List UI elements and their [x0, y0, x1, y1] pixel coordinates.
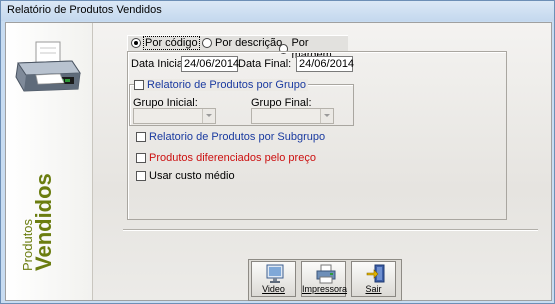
radio-label: Por descrição [215, 37, 283, 49]
exit-door-icon [366, 264, 385, 283]
checkbox-indicator [134, 80, 144, 90]
side-panel: Produtos Vendidos [6, 23, 93, 300]
monitor-icon [266, 264, 284, 283]
price-diff-checkbox[interactable]: Produtos diferenciados pelo preço [136, 152, 316, 164]
radio-indicator [131, 38, 141, 48]
avg-cost-checkbox[interactable]: Usar custo médio [136, 170, 235, 182]
start-date-label: Data Inicial: [131, 58, 189, 70]
radio-label: Por código [143, 36, 200, 50]
printer-illustration-icon [15, 41, 81, 92]
report-window: Relatório de Produtos Vendidos Produtos … [0, 0, 555, 304]
checkbox-label: Relatorio de Produtos por Grupo [147, 79, 306, 91]
subgroup-report-checkbox[interactable]: Relatorio de Produtos por Subgrupo [136, 131, 325, 143]
group-end-select[interactable] [251, 108, 334, 124]
window-title: Relatório de Produtos Vendidos [7, 4, 162, 16]
video-button[interactable]: Video [251, 261, 296, 297]
main-panel: Por código Por descrição Por margem Data… [93, 23, 551, 301]
separator-line [123, 229, 538, 231]
radio-indicator [202, 38, 212, 48]
radio-por-codigo[interactable]: Por código [131, 36, 200, 50]
checkbox-label: Usar custo médio [149, 170, 235, 182]
chevron-down-icon[interactable] [202, 109, 215, 123]
printer-icon [316, 264, 336, 284]
side-title: Produtos Vendidos [20, 173, 57, 271]
print-button[interactable]: Impressora [301, 261, 348, 297]
checkbox-label: Produtos diferenciados pelo preço [149, 152, 316, 164]
title-bar: Relatório de Produtos Vendidos [1, 1, 554, 21]
chevron-down-icon[interactable] [320, 109, 333, 123]
exit-button-label: Sair [365, 284, 382, 294]
checkbox-indicator [136, 132, 146, 142]
order-radio-group: Por código Por descrição Por margem [127, 35, 348, 61]
group-start-select[interactable] [133, 108, 216, 124]
checkbox-indicator [136, 171, 146, 181]
group-report-checkbox[interactable]: Relatorio de Produtos por Grupo [134, 79, 308, 91]
exit-button[interactable]: Sair [351, 261, 396, 297]
checkbox-indicator [136, 153, 146, 163]
end-date-field[interactable]: 24/06/2014 [296, 56, 354, 72]
video-button-label: Video [262, 284, 285, 294]
end-date-label: Data Final: [238, 58, 292, 70]
client-area: Produtos Vendidos Por código Por descriç… [5, 22, 552, 301]
radio-por-descricao[interactable]: Por descrição [202, 37, 282, 49]
start-date-field[interactable]: 24/06/2014 [181, 56, 239, 72]
checkbox-label: Relatorio de Produtos por Subgrupo [149, 131, 326, 143]
side-title-line2: Vendidos [31, 173, 56, 271]
print-button-label: Impressora [302, 284, 348, 294]
